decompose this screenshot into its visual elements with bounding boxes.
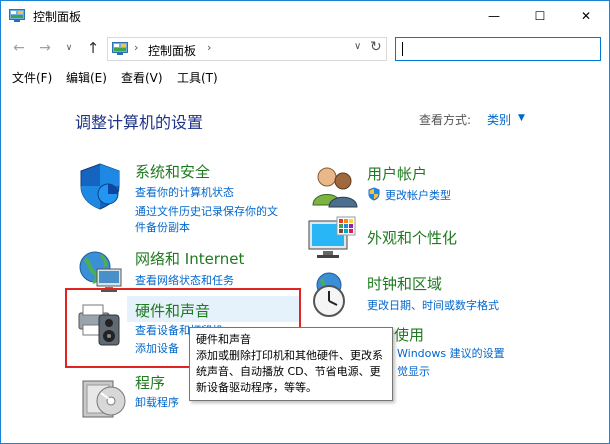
title-bar: 控制面板 — ☐ ✕ xyxy=(1,1,609,31)
forward-button[interactable]: → xyxy=(35,38,55,58)
text-caret xyxy=(402,42,403,56)
users-icon[interactable] xyxy=(309,161,359,211)
menu-bar: 文件(F) 编辑(E) 查看(V) 工具(T) xyxy=(1,67,609,87)
close-button[interactable]: ✕ xyxy=(563,1,609,31)
link-file-history-backup-cont[interactable]: 件备份副本 xyxy=(135,219,190,235)
printer-speaker-icon[interactable] xyxy=(75,299,125,349)
link-change-date-time-format[interactable]: 更改日期、时间或数字格式 xyxy=(367,297,499,313)
control-panel-icon xyxy=(112,42,128,55)
arrow-right-icon: → xyxy=(39,40,51,56)
category-appearance[interactable]: 外观和个性化 xyxy=(367,227,457,248)
link-optimize-visual-display[interactable]: 觉显示 xyxy=(397,363,430,379)
category-system-security[interactable]: 系统和安全 xyxy=(135,161,210,182)
page-title: 调整计算机的设置 xyxy=(75,113,204,132)
view-by-label: 查看方式: xyxy=(419,113,472,127)
breadcrumb-separator-icon[interactable]: › xyxy=(207,41,211,54)
programs-disc-icon[interactable] xyxy=(81,371,131,421)
tooltip: 硬件和声音 添加或删除打印机和其他硬件、更改系统声音、自动播放 CD、节省电源、… xyxy=(189,327,393,401)
shield-icon[interactable] xyxy=(75,161,125,211)
caret-down-icon[interactable]: ▼ xyxy=(518,113,525,123)
menu-tools[interactable]: 工具(T) xyxy=(177,69,218,86)
address-bar[interactable]: › 控制面板 › ∨ ↻ xyxy=(107,37,387,61)
category-programs[interactable]: 程序 xyxy=(135,372,165,393)
window-title: 控制面板 xyxy=(33,10,82,24)
tooltip-title: 硬件和声音 xyxy=(196,333,251,346)
up-button[interactable]: ↑ xyxy=(83,38,103,58)
maximize-icon: ☐ xyxy=(534,9,546,23)
search-input[interactable] xyxy=(395,37,601,61)
link-windows-suggested-settings[interactable]: Windows 建议的设置 xyxy=(397,345,505,361)
minimize-icon: — xyxy=(488,9,500,23)
category-network-internet[interactable]: 网络和 Internet xyxy=(135,248,244,269)
link-file-history-backup[interactable]: 通过文件历史记录保存你的文 xyxy=(135,203,278,219)
navigation-bar: ← → ∨ ↑ › 控制面板 › ∨ ↻ xyxy=(1,31,609,65)
control-panel-window: 控制面板 — ☐ ✕ ← → ∨ ↑ › 控制面板 › ∨ ↻ 文件(F) 编辑… xyxy=(0,0,610,444)
tooltip-body: 添加或删除打印机和其他硬件、更改系统声音、自动播放 CD、节省电源、更新设备驱动… xyxy=(196,349,383,394)
view-by-dropdown[interactable]: 类别 xyxy=(487,111,511,128)
recent-locations-button[interactable]: ∨ xyxy=(59,38,79,58)
link-view-network-status[interactable]: 查看网络状态和任务 xyxy=(135,272,234,288)
close-icon: ✕ xyxy=(580,9,592,23)
control-panel-icon xyxy=(9,9,25,22)
minimize-button[interactable]: — xyxy=(471,1,517,31)
clock-globe-icon[interactable] xyxy=(307,269,357,319)
menu-view[interactable]: 查看(V) xyxy=(121,69,163,86)
address-dropdown-icon[interactable]: ∨ xyxy=(354,41,361,52)
refresh-icon[interactable]: ↻ xyxy=(370,39,382,55)
link-view-computer-status[interactable]: 查看你的计算机状态 xyxy=(135,184,234,200)
arrow-left-icon: ← xyxy=(13,40,25,56)
arrow-up-icon: ↑ xyxy=(86,39,100,57)
link-uninstall-program[interactable]: 卸载程序 xyxy=(135,394,179,410)
category-clock-region[interactable]: 时钟和区域 xyxy=(367,273,442,294)
content-area: 调整计算机的设置 查看方式: 类别 ▼ 系统和安全 查看你的计算机状态 通过文件… xyxy=(1,89,609,443)
menu-file[interactable]: 文件(F) xyxy=(12,69,52,86)
chevron-down-icon: ∨ xyxy=(65,43,73,53)
back-button[interactable]: ← xyxy=(9,38,29,58)
network-globe-icon[interactable] xyxy=(75,245,125,295)
link-change-account-type-label: 更改帐户类型 xyxy=(385,189,451,202)
menu-edit[interactable]: 编辑(E) xyxy=(66,69,107,86)
link-add-device[interactable]: 添加设备 xyxy=(135,340,179,356)
breadcrumb-separator-icon[interactable]: › xyxy=(134,41,138,54)
breadcrumb-control-panel[interactable]: 控制面板 xyxy=(148,42,196,59)
maximize-button[interactable]: ☐ xyxy=(517,1,563,31)
category-user-accounts[interactable]: 用户帐户 xyxy=(367,163,427,184)
link-change-account-type[interactable]: 更改帐户类型 xyxy=(367,187,451,203)
category-hardware-sound[interactable]: 硬件和声音 xyxy=(135,300,210,321)
uac-shield-icon xyxy=(368,187,380,201)
monitor-palette-icon[interactable] xyxy=(307,215,357,265)
